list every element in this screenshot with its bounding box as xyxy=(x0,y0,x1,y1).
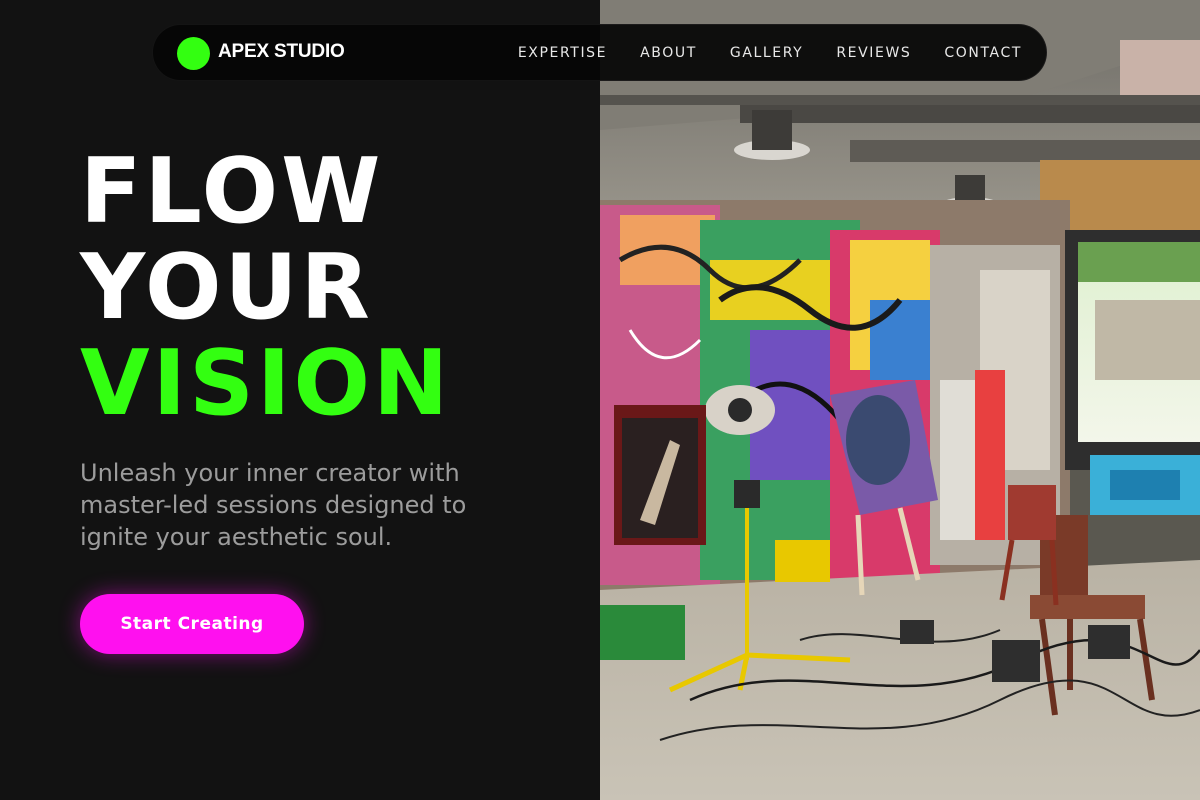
start-creating-button[interactable]: Start Creating xyxy=(80,594,304,654)
brand-name[interactable]: APEX STUDIO xyxy=(218,41,345,63)
top-navbar: APEX STUDIO EXPERTISE ABOUT GALLERY REVI… xyxy=(152,24,1047,81)
nav-link-contact[interactable]: CONTACT xyxy=(944,45,1022,61)
nav-link-about[interactable]: ABOUT xyxy=(640,45,697,61)
hero-line-vision: VISION xyxy=(80,331,452,436)
hero-line-flow: FLOW xyxy=(80,139,384,244)
nav-links: EXPERTISE ABOUT GALLERY REVIEWS CONTACT xyxy=(518,45,1022,61)
nav-link-expertise[interactable]: EXPERTISE xyxy=(518,45,607,61)
hero-heading: FLOW YOUR VISION xyxy=(80,144,451,432)
hero-subtitle: Unleash your inner creator with master-l… xyxy=(80,459,467,551)
nav-link-gallery[interactable]: GALLERY xyxy=(730,45,803,61)
nav-link-reviews[interactable]: REVIEWS xyxy=(836,45,911,61)
hero-line-your: YOUR xyxy=(80,235,373,340)
brand-logo-icon[interactable] xyxy=(177,37,210,70)
studio-photo xyxy=(600,0,1200,800)
